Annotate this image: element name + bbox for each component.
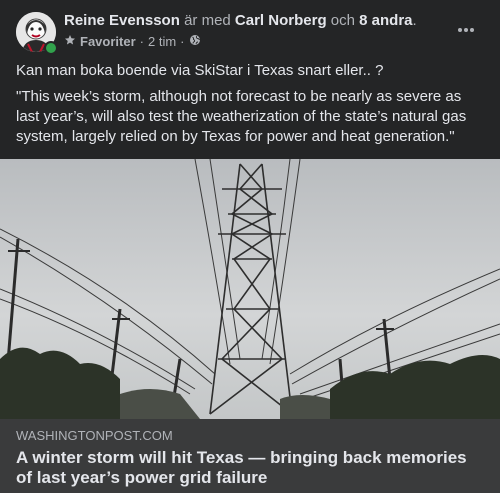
author-name[interactable]: Reine Evensson [64, 12, 180, 29]
link-preview-footer[interactable]: WASHINGTONPOST.COM A winter storm will h… [0, 419, 500, 493]
post-text: Kan man boka boende via SkiStar i Texas … [16, 62, 384, 79]
star-icon [64, 33, 76, 51]
meta-separator-1: · [139, 34, 144, 49]
globe-icon[interactable] [189, 33, 201, 51]
online-status-indicator [44, 41, 58, 55]
tagged-person[interactable]: Carl Norberg [235, 12, 327, 29]
more-options-button[interactable] [452, 20, 480, 40]
post-title-line: Reine Evensson är med Carl Norberg och 8… [64, 11, 417, 31]
and-text: och [330, 12, 355, 29]
post-meta: Favoriter · 2 tim · [64, 33, 201, 51]
audience-label[interactable]: Favoriter [80, 33, 136, 51]
meta-separator-2: · [180, 34, 185, 49]
power-tower-photo [0, 159, 500, 419]
link-headline[interactable]: A winter storm will hit Texas — bringing… [16, 448, 486, 488]
link-preview-image[interactable] [0, 159, 500, 419]
link-domain: WASHINGTONPOST.COM [16, 428, 173, 443]
feed-post: Reine Evensson är med Carl Norberg och 8… [0, 0, 500, 493]
others-link[interactable]: 8 andra [359, 12, 412, 29]
post-time[interactable]: 2 tim [148, 33, 176, 51]
post-quote: "This week’s storm, although not forecas… [16, 88, 467, 145]
with-text: är med [184, 12, 231, 29]
title-period: . [412, 12, 417, 29]
post-header: Reine Evensson är med Carl Norberg och 8… [0, 0, 500, 60]
more-options-icon [458, 28, 474, 32]
